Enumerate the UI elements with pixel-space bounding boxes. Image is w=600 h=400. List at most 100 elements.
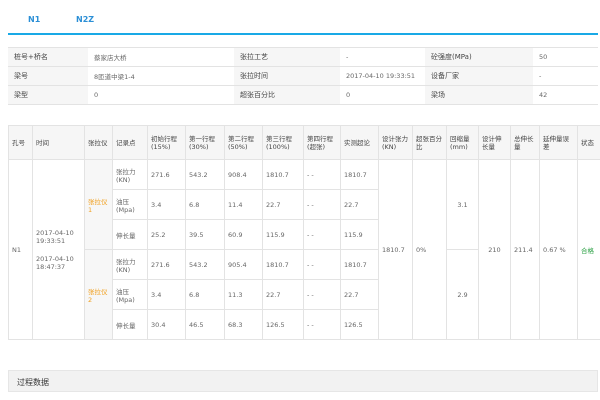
error-cell: 0.67 %	[539, 159, 578, 340]
tab-n2z[interactable]: N2Z	[76, 15, 94, 24]
info-value: 0	[94, 91, 99, 99]
process-data-section: 过程数据	[8, 370, 598, 392]
info-row: 桩号+桥名 蔡家店大桥 张拉工艺 - 砼强度(MPa) 50	[8, 48, 598, 67]
header-cell: 初始行程(15%)	[147, 125, 186, 160]
info-value: 蔡家店大桥	[94, 54, 127, 62]
header-cell: 第一行程(30%)	[185, 125, 225, 160]
value-cell: 1810.7	[340, 159, 379, 190]
hole-cell: N1	[8, 159, 33, 340]
value-cell: - -	[303, 279, 341, 310]
info-value: 8匝道中梁1-4	[94, 73, 135, 81]
value-cell: 22.7	[340, 279, 379, 310]
value-cell: 1810.7	[262, 249, 304, 280]
time-2: 2017-04-10 18:47:37	[36, 254, 74, 271]
value-cell: 115.9	[262, 219, 304, 250]
info-value: 0	[346, 91, 351, 99]
header-cell: 超张百分比	[412, 125, 447, 160]
record-label: 伸长量	[112, 219, 148, 250]
info-row: 梁号 8匝道中梁1-4 张拉时间 2017-04-10 19:33:51 设备厂…	[8, 67, 598, 86]
value-cell: - -	[303, 249, 341, 280]
info-value: 50	[539, 53, 548, 61]
value-cell: - -	[303, 219, 341, 250]
value-cell: 30.4	[147, 309, 186, 340]
value-cell: 126.5	[340, 309, 379, 340]
value-cell: - -	[303, 189, 341, 220]
value-cell: 543.2	[185, 249, 225, 280]
info-label: 梁型	[8, 86, 88, 104]
info-value: 2017-04-10 19:33:51	[346, 72, 416, 80]
value-cell: 1810.7	[340, 249, 379, 280]
record-label: 张拉力(KN)	[112, 159, 148, 190]
header-cell: 设计张力(KN)	[378, 125, 413, 160]
info-label: 张拉工艺	[234, 48, 340, 66]
header-cell: 第四行程(超张)	[303, 125, 341, 160]
record-label: 伸长量	[112, 309, 148, 340]
header-cell: 记录点	[112, 125, 148, 160]
time-1: 2017-04-10 19:33:51	[36, 228, 74, 245]
header-cell: 延伸量误差	[539, 125, 578, 160]
header-cell: 总伸长量	[510, 125, 540, 160]
device-2: 张拉仪2	[84, 249, 113, 340]
header-cell: 时间	[32, 125, 85, 160]
value-cell: 39.5	[185, 219, 225, 250]
info-grid: 桩号+桥名 蔡家店大桥 张拉工艺 - 砼强度(MPa) 50 梁号 8匝道中梁1…	[8, 47, 598, 105]
header-cell: 孔号	[8, 125, 33, 160]
time-cell: 2017-04-10 19:33:51 2017-04-10 18:47:37	[32, 159, 85, 340]
section-title: 过程数据	[17, 378, 49, 387]
info-label: 张拉时间	[234, 67, 340, 85]
tab-bar: N1 N2Z	[0, 0, 600, 40]
value-cell: 25.2	[147, 219, 186, 250]
value-cell: 68.3	[224, 309, 263, 340]
info-value: 42	[539, 91, 548, 99]
tab-underline	[8, 33, 598, 35]
retract-cell-2: 2.9	[446, 249, 479, 340]
record-label: 油压(Mpa)	[112, 279, 148, 310]
table-header-row: 孔号 时间 张拉仪 记录点 初始行程(15%) 第一行程(30%) 第二行程(5…	[8, 125, 600, 160]
design-elong-cell: 210	[478, 159, 511, 340]
header-cell: 第二行程(50%)	[224, 125, 263, 160]
tension-table: 孔号 时间 张拉仪 记录点 初始行程(15%) 第一行程(30%) 第二行程(5…	[8, 125, 600, 340]
info-label: 设备厂家	[425, 67, 533, 85]
value-cell: 543.2	[185, 159, 225, 190]
value-cell: 22.7	[262, 189, 304, 220]
value-cell: 11.3	[224, 279, 263, 310]
value-cell: 271.6	[147, 159, 186, 190]
value-cell: - -	[303, 159, 341, 190]
tab-n1[interactable]: N1	[28, 15, 40, 24]
info-label: 超张百分比	[234, 86, 340, 104]
info-label: 砼强度(MPa)	[425, 48, 533, 66]
record-label: 张拉力(KN)	[112, 249, 148, 280]
record-label: 油压(Mpa)	[112, 189, 148, 220]
header-cell: 状态	[577, 125, 600, 160]
value-cell: 11.4	[224, 189, 263, 220]
value-cell: 6.8	[185, 279, 225, 310]
value-cell: 6.8	[185, 189, 225, 220]
value-cell: 1810.7	[262, 159, 304, 190]
header-cell: 第三行程(100%)	[262, 125, 304, 160]
device-1: 张拉仪1	[84, 159, 113, 250]
info-label: 梁场	[425, 86, 533, 104]
header-cell: 张拉仪	[84, 125, 113, 160]
design-force-cell: 1810.7	[378, 159, 413, 340]
value-cell: 908.4	[224, 159, 263, 190]
value-cell: 22.7	[340, 189, 379, 220]
total-elong-cell: 211.4	[510, 159, 540, 340]
value-cell: 60.9	[224, 219, 263, 250]
info-label: 梁号	[8, 67, 88, 85]
value-cell: 22.7	[262, 279, 304, 310]
info-value: -	[539, 72, 542, 80]
value-cell: 3.4	[147, 279, 186, 310]
value-cell: 271.6	[147, 249, 186, 280]
value-cell: 46.5	[185, 309, 225, 340]
header-cell: 回缩量(mm)	[446, 125, 479, 160]
table-row: N1 2017-04-10 19:33:51 2017-04-10 18:47:…	[8, 159, 600, 340]
header-cell: 实测超论	[340, 125, 379, 160]
value-cell: 126.5	[262, 309, 304, 340]
retract-cell-1: 3.1	[446, 159, 479, 250]
info-label: 桩号+桥名	[8, 48, 88, 66]
info-row: 梁型 0 超张百分比 0 梁场 42	[8, 86, 598, 105]
value-cell: - -	[303, 309, 341, 340]
header-cell: 设计伸长量	[478, 125, 511, 160]
value-cell: 3.4	[147, 189, 186, 220]
value-cell: 115.9	[340, 219, 379, 250]
